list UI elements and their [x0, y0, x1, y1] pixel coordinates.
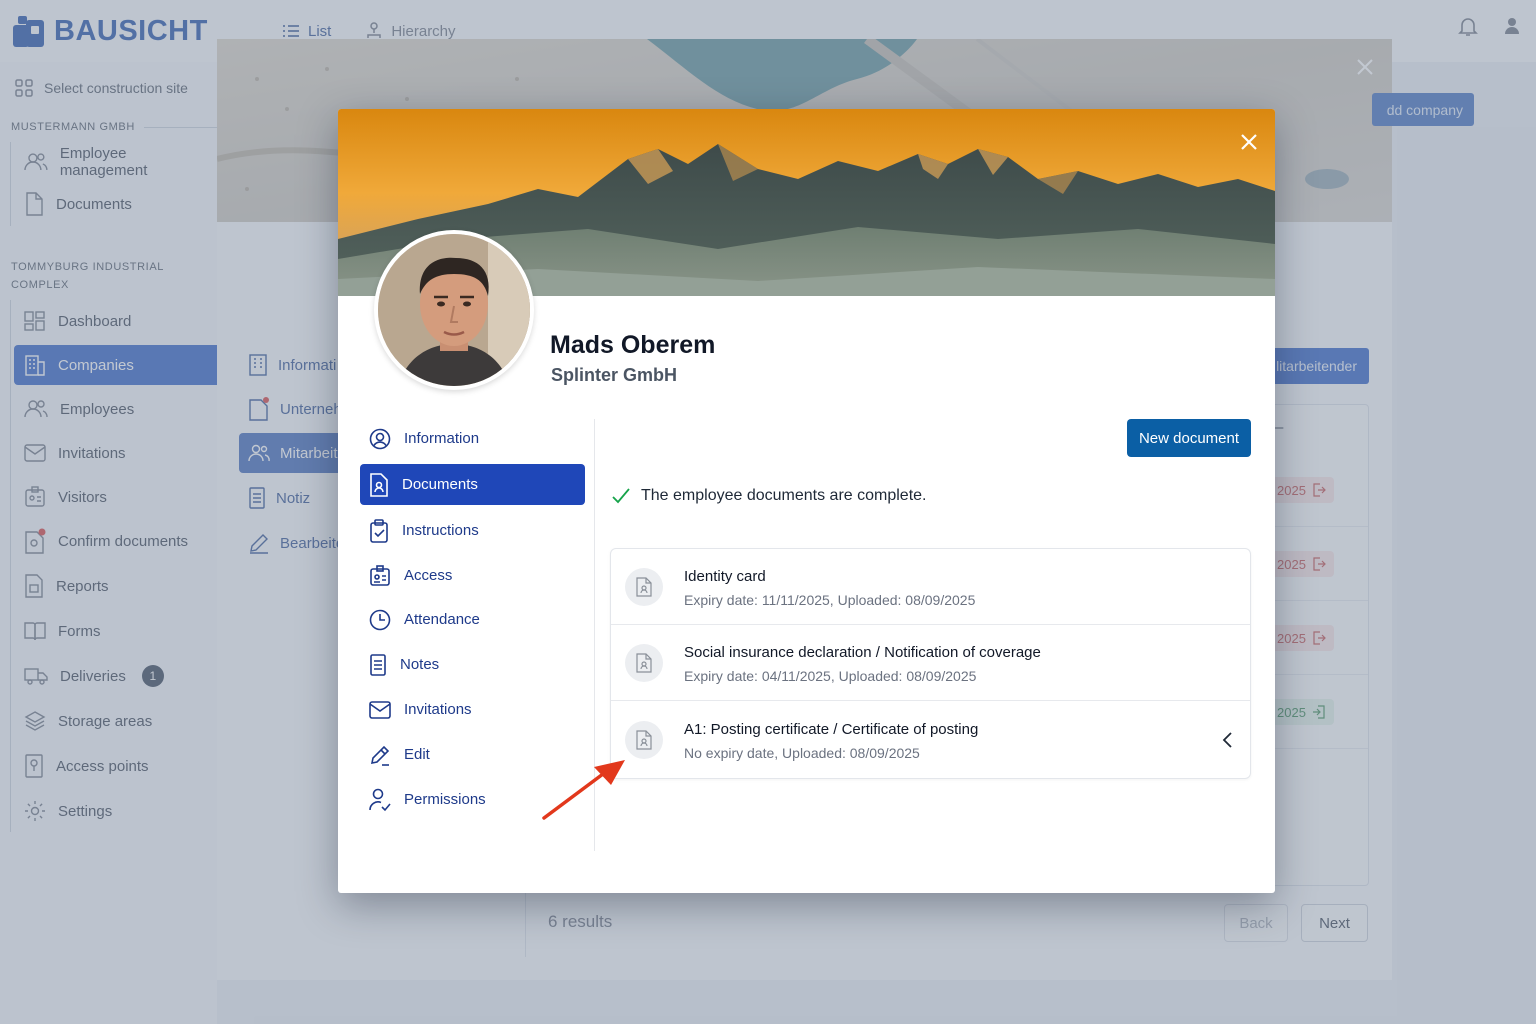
- menu-item-label: Information: [404, 430, 480, 447]
- pencil-icon: [370, 745, 390, 766]
- document-title: Identity card: [684, 568, 766, 585]
- menu-item-label: Documents: [402, 476, 478, 493]
- menu-item-label: Permissions: [404, 791, 486, 808]
- menu-item-access[interactable]: Access: [360, 555, 585, 596]
- documents-status-text: The employee documents are complete.: [641, 487, 927, 504]
- clipboard-check-icon: [370, 518, 388, 543]
- document-icon: [625, 644, 663, 682]
- avatar: [374, 230, 534, 390]
- new-document-button[interactable]: New document: [1127, 419, 1251, 457]
- menu-item-notes[interactable]: Notes: [360, 644, 585, 685]
- document-icon: [625, 568, 663, 606]
- menu-item-instructions[interactable]: Instructions: [360, 510, 585, 551]
- chevron-left-icon[interactable]: [1221, 731, 1235, 749]
- employee-name: Mads Oberem: [550, 331, 716, 359]
- document-person-icon: [370, 472, 388, 497]
- menu-item-invitations[interactable]: Invitations: [360, 689, 585, 730]
- close-icon[interactable]: [1234, 127, 1264, 157]
- employee-photo: [378, 234, 530, 386]
- document-title: Social insurance declaration / Notificat…: [684, 644, 1041, 661]
- menu-item-documents[interactable]: Documents: [360, 464, 585, 505]
- menu-item-attendance[interactable]: Attendance: [360, 599, 585, 640]
- user-circle-icon: [369, 428, 391, 449]
- employee-modal: Mads Oberem Splinter GmbH Information Do…: [338, 109, 1275, 893]
- menu-item-label: Edit: [404, 746, 430, 763]
- document-row-a1-posting-certificate[interactable]: A1: Posting certificate / Certificate of…: [611, 702, 1250, 778]
- annotation-arrow-icon: [542, 760, 625, 820]
- document-meta: No expiry date, Uploaded: 08/09/2025: [684, 745, 920, 761]
- menu-item-label: Attendance: [404, 611, 480, 628]
- menu-item-information[interactable]: Information: [360, 418, 585, 459]
- note-icon: [370, 653, 386, 676]
- menu-item-label: Instructions: [402, 522, 479, 539]
- clock-icon: [369, 609, 391, 630]
- user-check-icon: [369, 788, 391, 811]
- document-row-social-insurance[interactable]: Social insurance declaration / Notificat…: [611, 625, 1250, 701]
- document-meta: Expiry date: 11/11/2025, Uploaded: 08/09…: [684, 592, 976, 608]
- document-title: A1: Posting certificate / Certificate of…: [684, 721, 979, 738]
- mail-icon: [369, 700, 391, 719]
- id-card-icon: [370, 564, 390, 586]
- document-list: Identity card Expiry date: 11/11/2025, U…: [610, 548, 1251, 779]
- documents-status: The employee documents are complete.: [611, 487, 926, 505]
- menu-item-label: Access: [404, 567, 453, 584]
- document-row-identity-card[interactable]: Identity card Expiry date: 11/11/2025, U…: [611, 549, 1250, 625]
- employee-company: Splinter GmbH: [551, 365, 678, 385]
- menu-item-label: Notes: [400, 656, 440, 673]
- document-meta: Expiry date: 04/11/2025, Uploaded: 08/09…: [684, 668, 977, 684]
- menu-item-label: Invitations: [404, 701, 472, 718]
- checkmark-icon: [612, 488, 630, 504]
